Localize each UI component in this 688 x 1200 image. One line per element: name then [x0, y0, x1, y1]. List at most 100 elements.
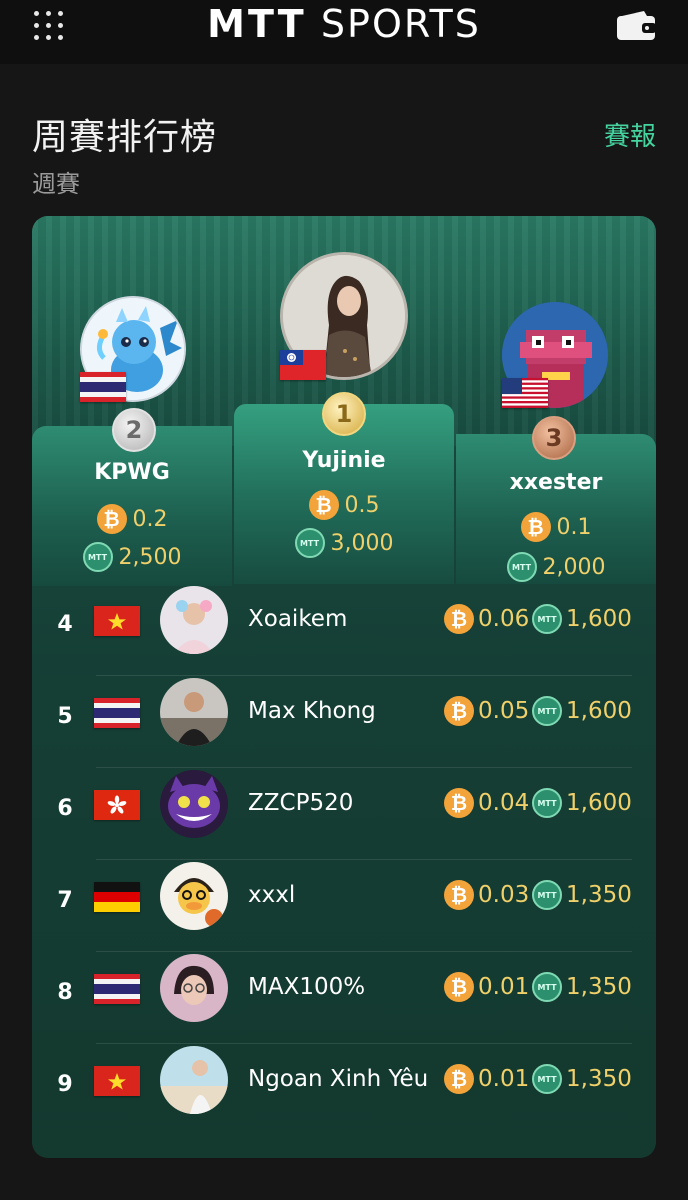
avatar[interactable]: [160, 954, 228, 1022]
player-name: Max Khong: [248, 698, 376, 724]
flag-vietnam-icon: [94, 606, 140, 636]
page-subtitle: 週賽: [32, 170, 80, 198]
logo-mtt: MTT: [207, 2, 307, 46]
prize-mtt-value: 3,000: [330, 530, 394, 556]
medal-silver-icon: 2: [112, 408, 156, 452]
row-rank: 7: [57, 888, 73, 913]
mtt-token-icon: MTT: [294, 528, 325, 558]
mtt-value: 1,350: [566, 1066, 632, 1092]
avatar[interactable]: [160, 862, 228, 930]
prize-btc-second: ₿ 0.2: [32, 504, 232, 534]
medal-gold-icon: 1: [322, 392, 366, 436]
bitcoin-icon: ₿: [444, 972, 474, 1002]
mtt-value: 1,350: [566, 974, 632, 1000]
row-prize: ₿ 0.03 MTT 1,350: [444, 880, 632, 910]
logo-sports: SPORTS: [320, 2, 481, 46]
ranking-row[interactable]: 9 Ngoan Xinh Yêu ₿ 0.01 MTT 1,350: [32, 1044, 656, 1136]
prize-btc-value: 0.1: [556, 514, 592, 540]
flag-thailand-icon: [94, 974, 140, 1004]
medal-rank-1: 1: [335, 400, 353, 428]
flag-thailand-icon: [80, 372, 126, 402]
mtt-value: 1,350: [566, 882, 632, 908]
row-prize: ₿ 0.01 MTT 1,350: [444, 972, 632, 1002]
ranking-row[interactable]: 5 Max Khong ₿ 0.05 MTT 1,600: [32, 676, 656, 768]
mtt-token-icon: MTT: [532, 972, 562, 1002]
flag-hong-kong-icon: [94, 790, 140, 820]
ranking-row[interactable]: 4 Xoaikem ₿ 0.06 MTT 1,600: [32, 584, 656, 676]
btc-value: 0.01: [478, 1066, 530, 1092]
mtt-token-icon: MTT: [532, 604, 562, 634]
mtt-token-icon: MTT: [506, 552, 537, 582]
row-prize: ₿ 0.06 MTT 1,600: [444, 604, 632, 634]
row-rank: 4: [57, 612, 73, 637]
mtt-token-icon: MTT: [532, 880, 562, 910]
flag-usa-icon: [502, 378, 548, 408]
flag-taiwan-icon: [280, 350, 326, 380]
mtt-value: 1,600: [566, 606, 632, 632]
btc-value: 0.04: [478, 790, 530, 816]
flag-vietnam-icon: [94, 1066, 140, 1096]
row-prize: ₿ 0.05 MTT 1,600: [444, 696, 632, 726]
player-name: Ngoan Xinh Yêu: [248, 1066, 429, 1092]
player-name: MAX100%: [248, 974, 366, 1000]
avatar[interactable]: [160, 1046, 228, 1114]
report-link[interactable]: 賽報: [604, 116, 656, 153]
bitcoin-icon: ₿: [444, 604, 474, 634]
row-prize: ₿ 0.01 MTT 1,350: [444, 1064, 632, 1094]
prize-mtt-second: MTT 2,500: [32, 542, 232, 572]
row-rank: 8: [57, 980, 73, 1005]
prize-mtt-value: 2,000: [542, 554, 606, 580]
mtt-token-icon: MTT: [532, 788, 562, 818]
row-rank: 9: [57, 1072, 73, 1097]
row-prize: ₿ 0.04 MTT 1,600: [444, 788, 632, 818]
btc-value: 0.03: [478, 882, 530, 908]
top-name-second: KPWG: [94, 460, 170, 485]
page-title: 周賽排行榜: [32, 117, 218, 158]
bitcoin-icon: ₿: [96, 504, 127, 534]
medal-bronze-icon: 3: [532, 416, 576, 460]
ranking-list: 4 Xoaikem ₿ 0.06 MTT 1,600 5 Max Khong ₿: [32, 584, 656, 1136]
bitcoin-icon: ₿: [444, 788, 474, 818]
prize-mtt-third: MTT 2,000: [456, 552, 656, 582]
bitcoin-icon: ₿: [308, 490, 339, 520]
prize-mtt-value: 2,500: [118, 544, 182, 570]
bitcoin-icon: ₿: [444, 696, 474, 726]
prize-mtt-first: MTT 3,000: [234, 528, 454, 558]
row-rank: 6: [57, 796, 73, 821]
mtt-token-icon: MTT: [82, 542, 113, 572]
app-logo[interactable]: MTT SPORTS: [0, 2, 688, 46]
row-rank: 5: [57, 704, 73, 729]
bitcoin-icon: ₿: [520, 512, 551, 542]
player-name: Xoaikem: [248, 606, 348, 632]
leaderboard-board: 2 KPWG ₿ 0.2 MTT 2,500 1 Yujinie ₿ 0.5 M…: [32, 216, 656, 1158]
medal-rank-3: 3: [545, 424, 563, 452]
bitcoin-icon: ₿: [444, 1064, 474, 1094]
top-bar: MTT SPORTS: [0, 0, 688, 64]
btc-value: 0.06: [478, 606, 530, 632]
avatar[interactable]: [160, 586, 228, 654]
btc-value: 0.01: [478, 974, 530, 1000]
top-name-third: xxester: [509, 470, 603, 495]
flag-thailand-icon: [94, 698, 140, 728]
prize-btc-value: 0.2: [132, 506, 168, 532]
avatar[interactable]: [160, 770, 228, 838]
prize-btc-first: ₿ 0.5: [234, 490, 454, 520]
player-name: ZZCP520: [248, 790, 354, 816]
player-name: xxxl: [248, 882, 296, 908]
avatar[interactable]: [160, 678, 228, 746]
wallet-icon[interactable]: [616, 10, 658, 42]
ranking-row[interactable]: 6 ZZCP520 ₿ 0.04 MTT 1,600: [32, 768, 656, 860]
prize-btc-third: ₿ 0.1: [456, 512, 656, 542]
top-name-first: Yujinie: [302, 448, 386, 473]
mtt-value: 1,600: [566, 698, 632, 724]
prize-btc-value: 0.5: [344, 492, 380, 518]
ranking-row[interactable]: 7 xxxl ₿ 0.03 MTT 1,350: [32, 860, 656, 952]
medal-rank-2: 2: [125, 416, 143, 444]
bitcoin-icon: ₿: [444, 880, 474, 910]
flag-germany-icon: [94, 882, 140, 912]
mtt-token-icon: MTT: [532, 696, 562, 726]
ranking-row[interactable]: 8 MAX100% ₿ 0.01 MTT 1,350: [32, 952, 656, 1044]
mtt-value: 1,600: [566, 790, 632, 816]
mtt-token-icon: MTT: [532, 1064, 562, 1094]
btc-value: 0.05: [478, 698, 530, 724]
